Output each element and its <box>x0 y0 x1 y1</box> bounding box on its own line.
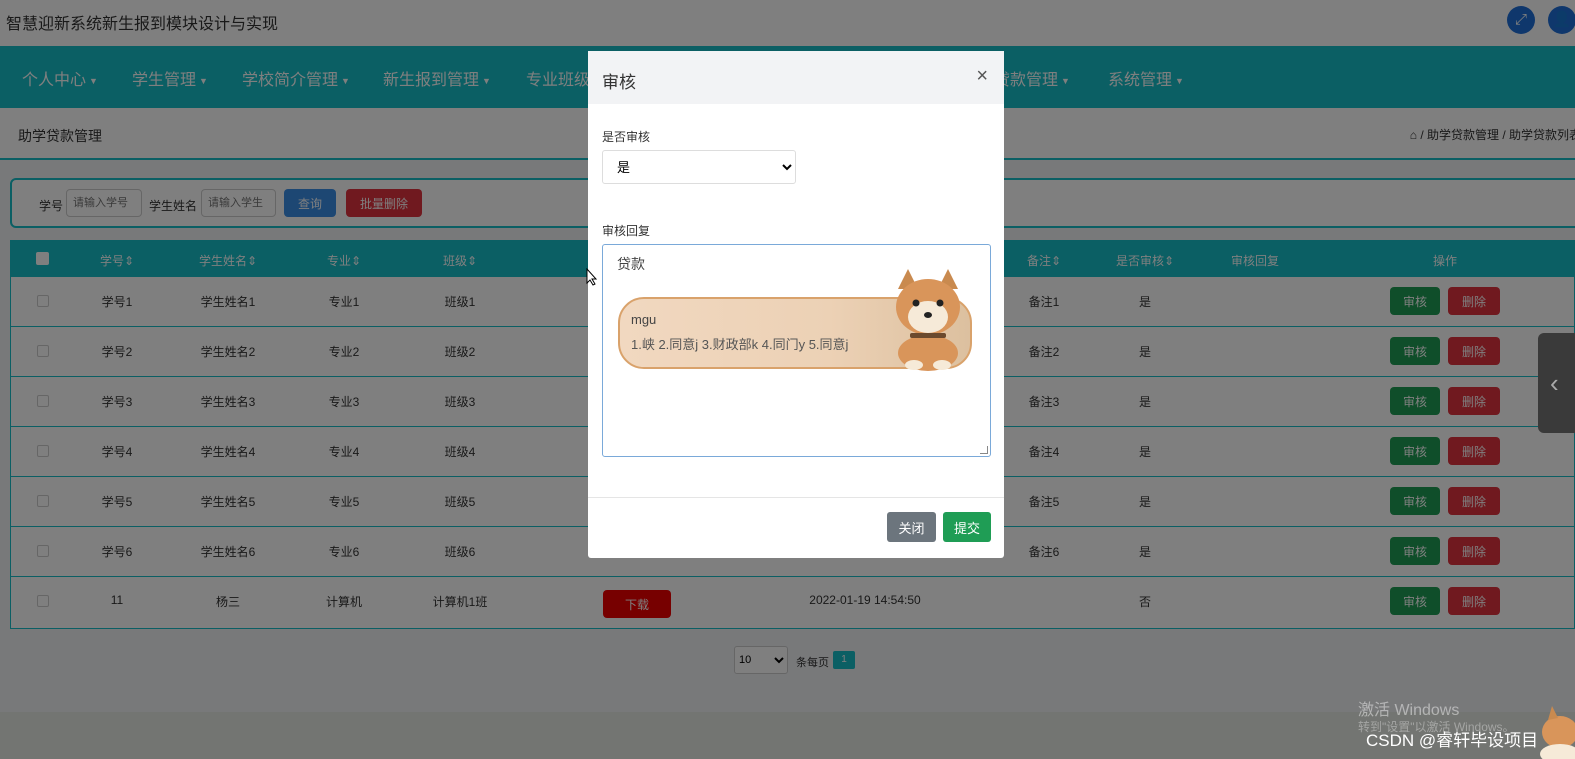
ime-input-text: mgu <box>631 312 657 327</box>
modal-header: 审核 × <box>588 51 1004 104</box>
audit-reply-label: 审核回复 <box>602 224 651 238</box>
audit-reply-textarea[interactable]: 贷款 mgu 1.峡 2.同意j 3.财政部k 4.同门y 5.同意j <box>602 244 991 457</box>
mouse-cursor-icon <box>586 268 598 286</box>
activate-windows-text: 激活 Windows <box>1358 702 1460 719</box>
audit-modal: 审核 × 是否审核 是 审核回复 贷款 mgu 1.峡 2.同意j 3.财政部k… <box>588 51 1004 558</box>
close-icon[interactable]: × <box>976 65 988 88</box>
chevron-left-icon[interactable]: ‹ <box>1538 333 1575 433</box>
shiba-dog-icon <box>1540 706 1575 759</box>
csdn-watermark: CSDN @睿轩毕设项目 <box>1366 731 1539 750</box>
audit-status-label: 是否审核 <box>602 130 651 144</box>
submit-button[interactable]: 提交 <box>943 512 991 542</box>
audit-status-select[interactable]: 是 <box>602 150 796 184</box>
modal-footer: 关闭 提交 <box>588 497 1004 558</box>
ime-candidates[interactable]: 1.峡 2.同意j 3.财政部k 4.同门y 5.同意j <box>631 334 848 353</box>
close-button[interactable]: 关闭 <box>887 512 936 542</box>
modal-title: 审核 <box>602 73 636 92</box>
audit-reply-text: 贷款 <box>617 256 645 272</box>
resize-handle[interactable] <box>980 446 988 454</box>
shiba-dog-icon <box>896 269 960 371</box>
